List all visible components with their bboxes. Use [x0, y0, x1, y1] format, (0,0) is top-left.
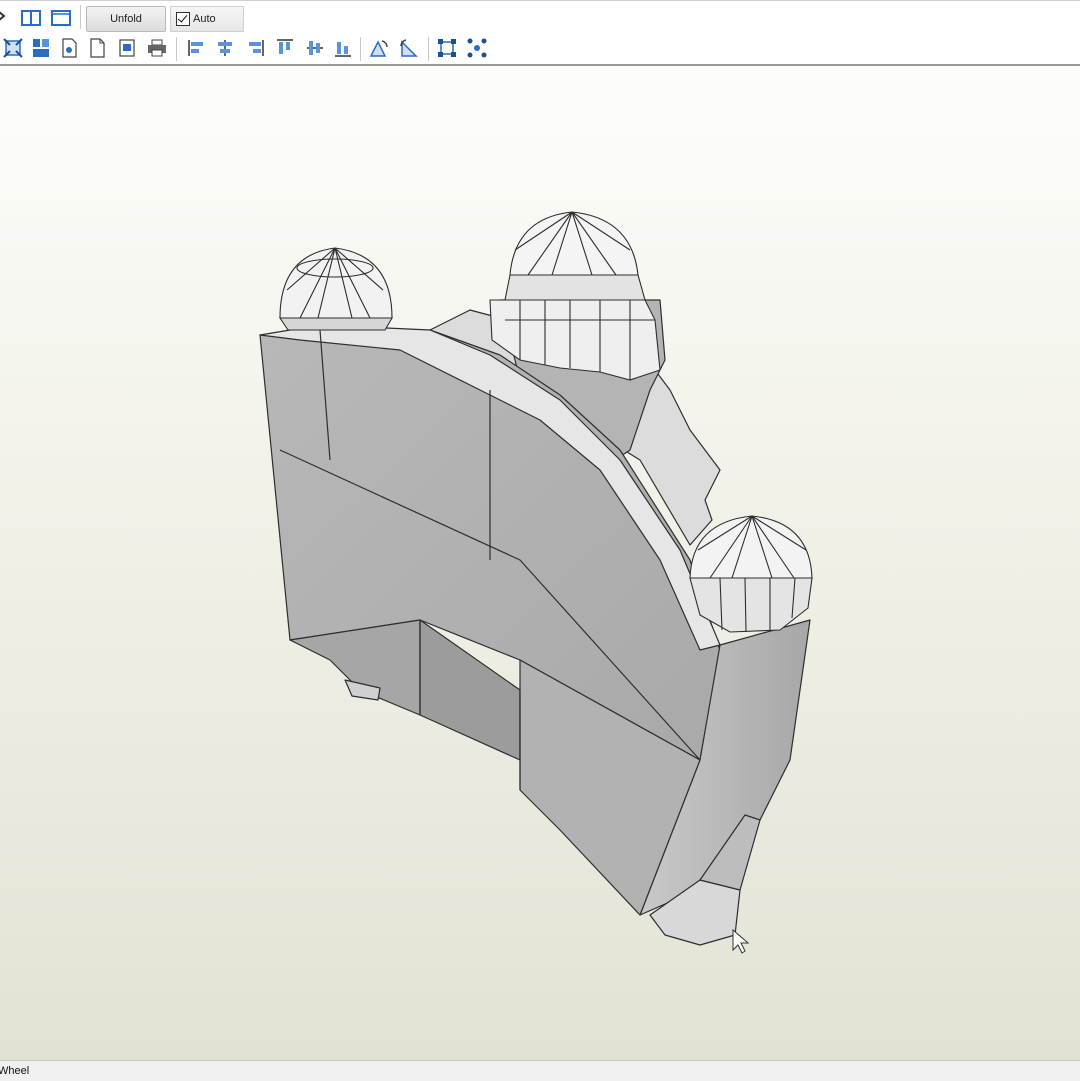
toolbar-row-1: Unfold Auto [0, 3, 1080, 33]
align-left-icon[interactable] [186, 37, 208, 59]
select-vertex-icon[interactable] [466, 37, 488, 59]
dome-left [278, 247, 393, 331]
status-text: Wheel [0, 1065, 30, 1077]
align-bottom-icon[interactable] [332, 37, 354, 59]
menu-arrow-icon[interactable] [0, 5, 16, 27]
dome-center [489, 211, 661, 381]
toolbar-row-2 [0, 35, 1080, 63]
toolbar-separator [176, 37, 178, 61]
select-edge-icon[interactable] [436, 37, 458, 59]
status-bar: Wheel [0, 1060, 1080, 1081]
rotate-right-icon[interactable] [398, 37, 420, 59]
toolbar-separator [428, 37, 430, 61]
print-icon[interactable] [146, 37, 168, 59]
unfold-button[interactable]: Unfold [86, 6, 166, 32]
texture-icon[interactable] [30, 37, 52, 59]
view-split-icon[interactable] [20, 7, 42, 29]
rotate-left-icon[interactable] [368, 37, 390, 59]
print-preview-icon[interactable] [116, 37, 138, 59]
checkbox-checked-icon[interactable] [176, 12, 190, 26]
auto-label: Auto [193, 13, 216, 25]
toolbar-separator [80, 5, 82, 29]
page-setup-icon[interactable] [86, 37, 108, 59]
align-right-icon[interactable] [244, 37, 266, 59]
3d-viewport[interactable] [0, 66, 1080, 1060]
view-single-icon[interactable] [50, 7, 72, 29]
fit-view-icon[interactable] [2, 37, 24, 59]
mouse-cursor-icon [732, 928, 750, 954]
align-top-icon[interactable] [274, 37, 296, 59]
align-center-icon[interactable] [214, 37, 236, 59]
dome-right [689, 515, 813, 633]
align-middle-icon[interactable] [304, 37, 326, 59]
toolbar-area: Unfold Auto [0, 0, 1080, 66]
auto-checkbox[interactable]: Auto [170, 6, 244, 32]
toolbar-separator [360, 37, 362, 61]
papercraft-model[interactable] [0, 66, 1080, 1060]
page-icon[interactable] [58, 37, 80, 59]
window-top-border [0, 0, 1080, 1]
